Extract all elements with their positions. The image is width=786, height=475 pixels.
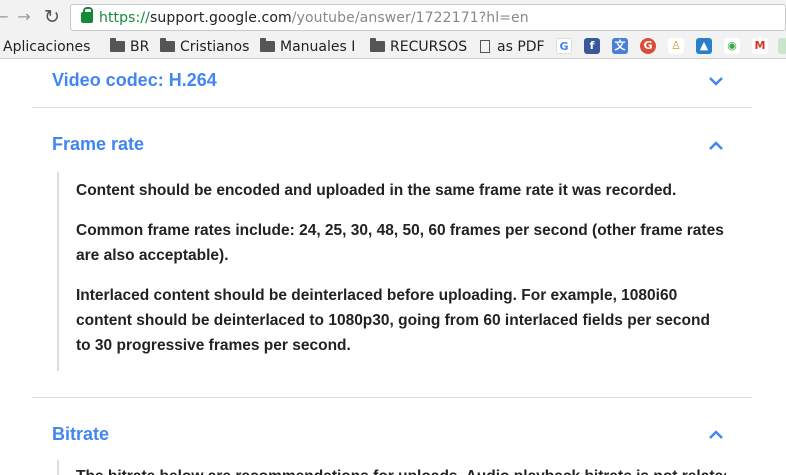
bookmark-pdf[interactable]: as PDF	[480, 38, 545, 56]
document-icon	[480, 40, 490, 53]
browser-toolbar: ← → ↻ https://support.google.com/youtube…	[0, 0, 786, 35]
section-title-bitrate[interactable]: Bitrate	[52, 423, 109, 445]
facebook-icon[interactable]: f	[584, 38, 600, 54]
section-title-video-codec[interactable]: Video codec: H.264	[52, 69, 217, 91]
folder-icon	[260, 38, 275, 52]
folder-icon	[110, 38, 125, 52]
bookmark-folder-manuales[interactable]: Manuales I	[260, 38, 355, 56]
gmail-icon[interactable]: M	[752, 38, 768, 54]
url-text[interactable]: https://support.google.com/youtube/answe…	[99, 9, 529, 27]
chevron-down-icon[interactable]	[707, 72, 725, 90]
extension-icon[interactable]	[778, 38, 786, 54]
forward-arrow-icon[interactable]: →	[14, 7, 34, 27]
folder-icon	[160, 38, 175, 52]
frame-rate-paragraph-1: Content should be encoded and uploaded i…	[76, 182, 677, 199]
folder-icon	[370, 38, 385, 52]
translate-icon[interactable]: 文	[612, 38, 628, 54]
back-arrow-icon[interactable]: ←	[0, 7, 12, 27]
content-blockquote-bar	[57, 460, 59, 475]
google-icon[interactable]: G	[556, 38, 572, 54]
content-blockquote-bar	[57, 172, 59, 371]
image-icon[interactable]: ▲	[696, 38, 712, 54]
address-bar[interactable]: https://support.google.com/youtube/answe…	[70, 4, 786, 31]
frog-icon[interactable]: ◉	[724, 38, 740, 54]
frame-rate-paragraph-2: Common frame rates include: 24, 25, 30, …	[76, 222, 724, 264]
reload-icon[interactable]: ↻	[42, 7, 62, 27]
bookmark-folder-br[interactable]: BR	[110, 38, 149, 56]
help-article: Video codec: H.264 Frame rate Content sh…	[0, 60, 786, 475]
chevron-up-icon[interactable]	[707, 137, 725, 155]
bookmark-folder-recursos[interactable]: RECURSOS	[370, 38, 467, 56]
frame-rate-paragraph-3: Interlaced content should be deinterlace…	[76, 287, 710, 354]
section-title-frame-rate[interactable]: Frame rate	[52, 133, 144, 155]
lock-icon	[81, 7, 93, 23]
section-divider	[32, 397, 752, 398]
bookmark-folder-cristianos[interactable]: Cristianos	[160, 38, 249, 56]
bitrate-paragraph-1: The bitrate below are recommendations fo…	[76, 464, 726, 475]
bookmark-apps[interactable]: Aplicaciones	[0, 38, 90, 56]
figure-icon[interactable]: ♙	[668, 38, 684, 54]
google-plus-icon[interactable]: G	[640, 38, 656, 54]
chevron-up-icon[interactable]	[707, 426, 725, 444]
section-divider	[32, 107, 752, 108]
